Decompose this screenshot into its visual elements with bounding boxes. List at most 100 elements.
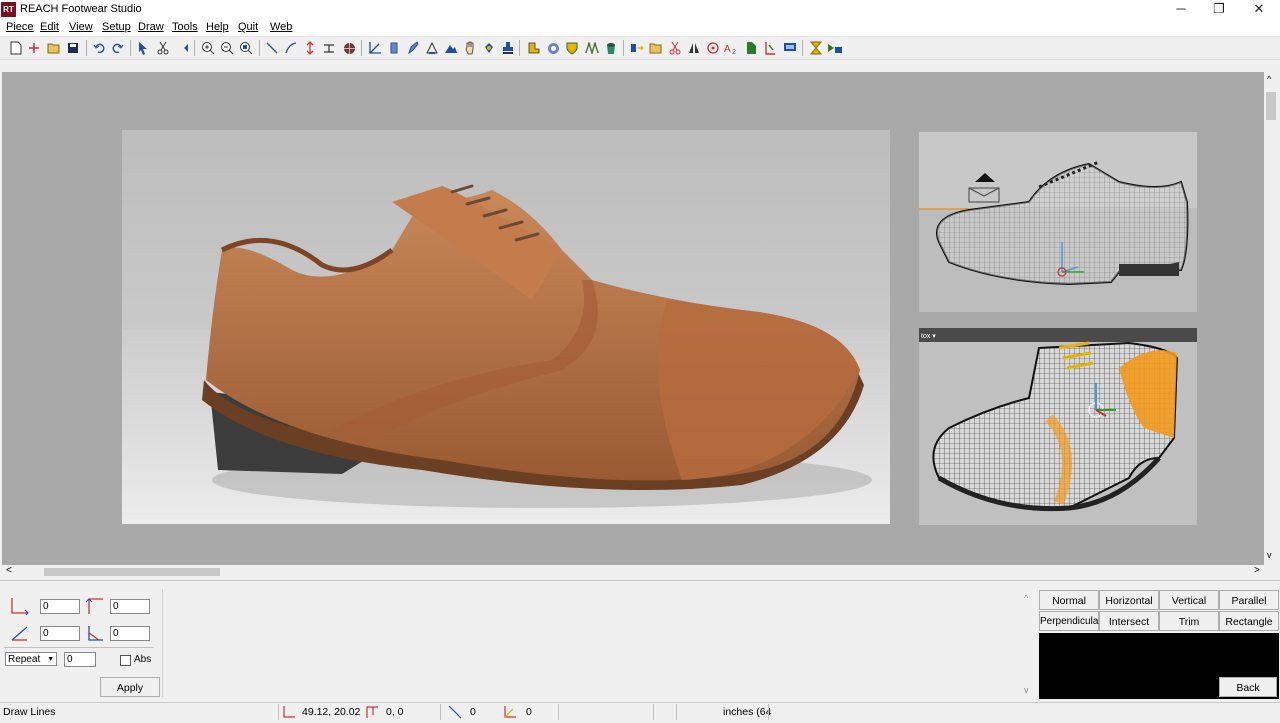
menu-web[interactable]: Web: [270, 21, 292, 33]
scroll-up-icon[interactable]: ^: [1267, 74, 1271, 84]
zoom-fit-icon[interactable]: [238, 40, 254, 56]
curve-tool-icon[interactable]: [283, 40, 299, 56]
abs-checkbox[interactable]: [120, 655, 131, 666]
angle-length-icon: [11, 626, 28, 641]
back-button[interactable]: Back: [1219, 677, 1277, 697]
perpendicular-button[interactable]: Perpendicular: [1039, 611, 1102, 631]
add-icon[interactable]: [26, 40, 42, 56]
save-icon[interactable]: [65, 40, 81, 56]
rectangle-button[interactable]: Rectangle: [1219, 611, 1279, 631]
angle-icon: [88, 626, 103, 641]
scissors-icon[interactable]: [667, 40, 683, 56]
menu-quit[interactable]: Quit: [238, 21, 258, 33]
menu-help[interactable]: Help: [206, 21, 229, 33]
move-icon[interactable]: [629, 40, 645, 56]
text-size-icon[interactable]: A2: [724, 40, 740, 56]
minimize-button[interactable]: ─: [1162, 0, 1200, 20]
open-folder-icon[interactable]: [46, 40, 62, 56]
offset-icon: [366, 706, 378, 718]
status-units: inches (64: [723, 706, 772, 718]
horizontal-scroll-thumb[interactable]: [44, 568, 220, 576]
open-folder-icon[interactable]: [648, 40, 664, 56]
normal-button[interactable]: Normal: [1039, 590, 1099, 610]
toolbar-separator: [86, 40, 87, 56]
horizontal-button[interactable]: Horizontal: [1099, 590, 1159, 610]
toolbar-separator: [519, 40, 520, 56]
zoom-in-icon[interactable]: [200, 40, 216, 56]
view-label[interactable]: tox ▾: [921, 333, 936, 340]
toolbar-separator: [130, 40, 131, 56]
menu-bar: Piece Edit View Setup Draw Tools Help Qu…: [0, 20, 1280, 37]
parallel-button[interactable]: Parallel: [1219, 590, 1279, 610]
bucket-icon[interactable]: [603, 40, 619, 56]
menu-draw[interactable]: Draw: [138, 21, 164, 33]
hand-icon[interactable]: [462, 40, 478, 56]
bookmark-icon[interactable]: [743, 40, 759, 56]
target-icon[interactable]: [545, 40, 561, 56]
pointer-tool-icon[interactable]: [174, 40, 190, 56]
screen-icon[interactable]: [782, 40, 798, 56]
select-arrow-icon[interactable]: [135, 40, 151, 56]
offset-y-field[interactable]: 0: [110, 599, 150, 614]
angle-field[interactable]: 0: [110, 626, 150, 641]
rotate-icon[interactable]: [705, 40, 721, 56]
vertical-arrow-icon[interactable]: [302, 40, 318, 56]
piece-icon[interactable]: [526, 40, 542, 56]
horizontal-scrollbar[interactable]: < >: [2, 565, 1278, 579]
pen-icon[interactable]: [405, 40, 421, 56]
vertical-scrollbar[interactable]: ^ v: [1264, 72, 1278, 565]
coords-icon: [283, 706, 295, 718]
angle-icon[interactable]: [367, 40, 383, 56]
status-divider: [440, 704, 441, 720]
repeat-count-field[interactable]: 0: [64, 652, 96, 667]
trim-tool-icon[interactable]: [762, 40, 778, 56]
apply-button[interactable]: Apply: [100, 677, 160, 697]
measure-icon[interactable]: [321, 40, 337, 56]
status-divider: [278, 704, 279, 720]
new-file-icon[interactable]: [8, 40, 24, 56]
menu-tools[interactable]: Tools: [172, 21, 198, 33]
cut-icon[interactable]: [155, 40, 171, 56]
repeat-select[interactable]: Repeat ▼: [5, 652, 57, 666]
offset-xy-icon: [11, 598, 29, 615]
toolbar: A2: [0, 37, 1280, 60]
app-logo: RT: [1, 2, 16, 17]
grid-icon[interactable]: [584, 40, 600, 56]
mirror-icon[interactable]: [686, 40, 702, 56]
hourglass-icon[interactable]: [808, 40, 824, 56]
undo-icon[interactable]: [91, 40, 107, 56]
zoom-out-icon[interactable]: [219, 40, 235, 56]
message-scroll-up-icon[interactable]: ^: [1024, 593, 1028, 603]
vertical-button[interactable]: Vertical: [1159, 590, 1219, 610]
redo-icon[interactable]: [110, 40, 126, 56]
svg-text:A: A: [724, 44, 731, 55]
grade-icon[interactable]: [827, 40, 843, 56]
vertical-scroll-thumb[interactable]: [1266, 92, 1276, 120]
stitch-icon[interactable]: [424, 40, 440, 56]
message-scroll-down-icon[interactable]: v: [1024, 685, 1029, 695]
menu-edit[interactable]: Edit: [40, 21, 59, 33]
scroll-left-icon[interactable]: <: [6, 565, 12, 576]
restore-button[interactable]: ❐: [1200, 0, 1238, 20]
status-angle-icon: [504, 706, 516, 718]
trim-button[interactable]: Trim: [1159, 611, 1219, 631]
fill-icon[interactable]: [481, 40, 497, 56]
menu-view[interactable]: View: [69, 21, 93, 33]
scroll-right-icon[interactable]: >: [1254, 565, 1260, 576]
line-tool-icon[interactable]: [264, 40, 280, 56]
shoe-render-image: [122, 130, 890, 524]
length-field[interactable]: 0: [40, 626, 80, 641]
canvas-viewport[interactable]: tox ▾: [2, 72, 1264, 565]
intersect-button[interactable]: Intersect: [1099, 611, 1159, 631]
status-divider: [676, 704, 677, 720]
stamp-icon[interactable]: [500, 40, 516, 56]
close-button[interactable]: ✕: [1240, 0, 1278, 20]
menu-setup[interactable]: Setup: [102, 21, 131, 33]
offset-x-field[interactable]: 0: [40, 599, 80, 614]
shield-icon[interactable]: [564, 40, 580, 56]
mountain-icon[interactable]: [443, 40, 459, 56]
globe-icon[interactable]: [341, 40, 357, 56]
shape-tool-icon[interactable]: [386, 40, 402, 56]
menu-piece[interactable]: Piece: [6, 21, 34, 33]
scroll-down-icon[interactable]: v: [1267, 550, 1272, 560]
